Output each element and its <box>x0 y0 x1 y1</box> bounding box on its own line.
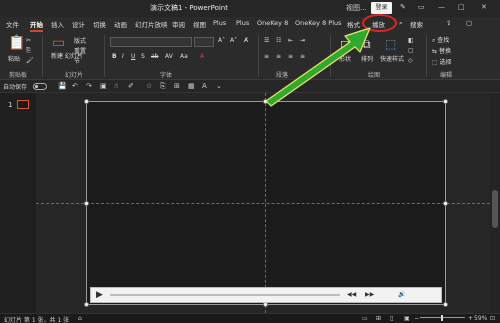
pointer-arrow <box>265 27 371 107</box>
arrow-body <box>265 27 371 107</box>
